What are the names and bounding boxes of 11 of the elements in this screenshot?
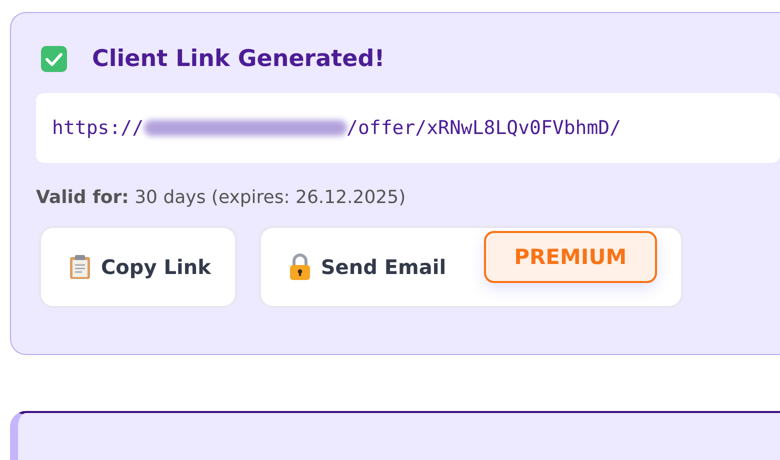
copy-link-button[interactable]: Copy Link <box>39 226 237 308</box>
link-text: /offer/xRNwL8LQv0FVbhmD/ <box>346 117 622 139</box>
checkmark-icon <box>40 45 68 73</box>
link-field[interactable]: https:// /offer/xRNwL8LQv0FVbhmD/ <box>36 93 780 163</box>
send-email-button[interactable]: Send Email PREMIUM <box>258 226 683 308</box>
validity-text: Valid for: 30 days (expires: 26.12.2025) <box>36 187 407 208</box>
card-title: Client Link Generated! <box>92 46 385 72</box>
clipboard-icon <box>69 254 91 280</box>
premium-badge: PREMIUM <box>484 231 657 283</box>
link-text: https:// <box>52 117 144 139</box>
padlock-icon <box>288 253 311 281</box>
